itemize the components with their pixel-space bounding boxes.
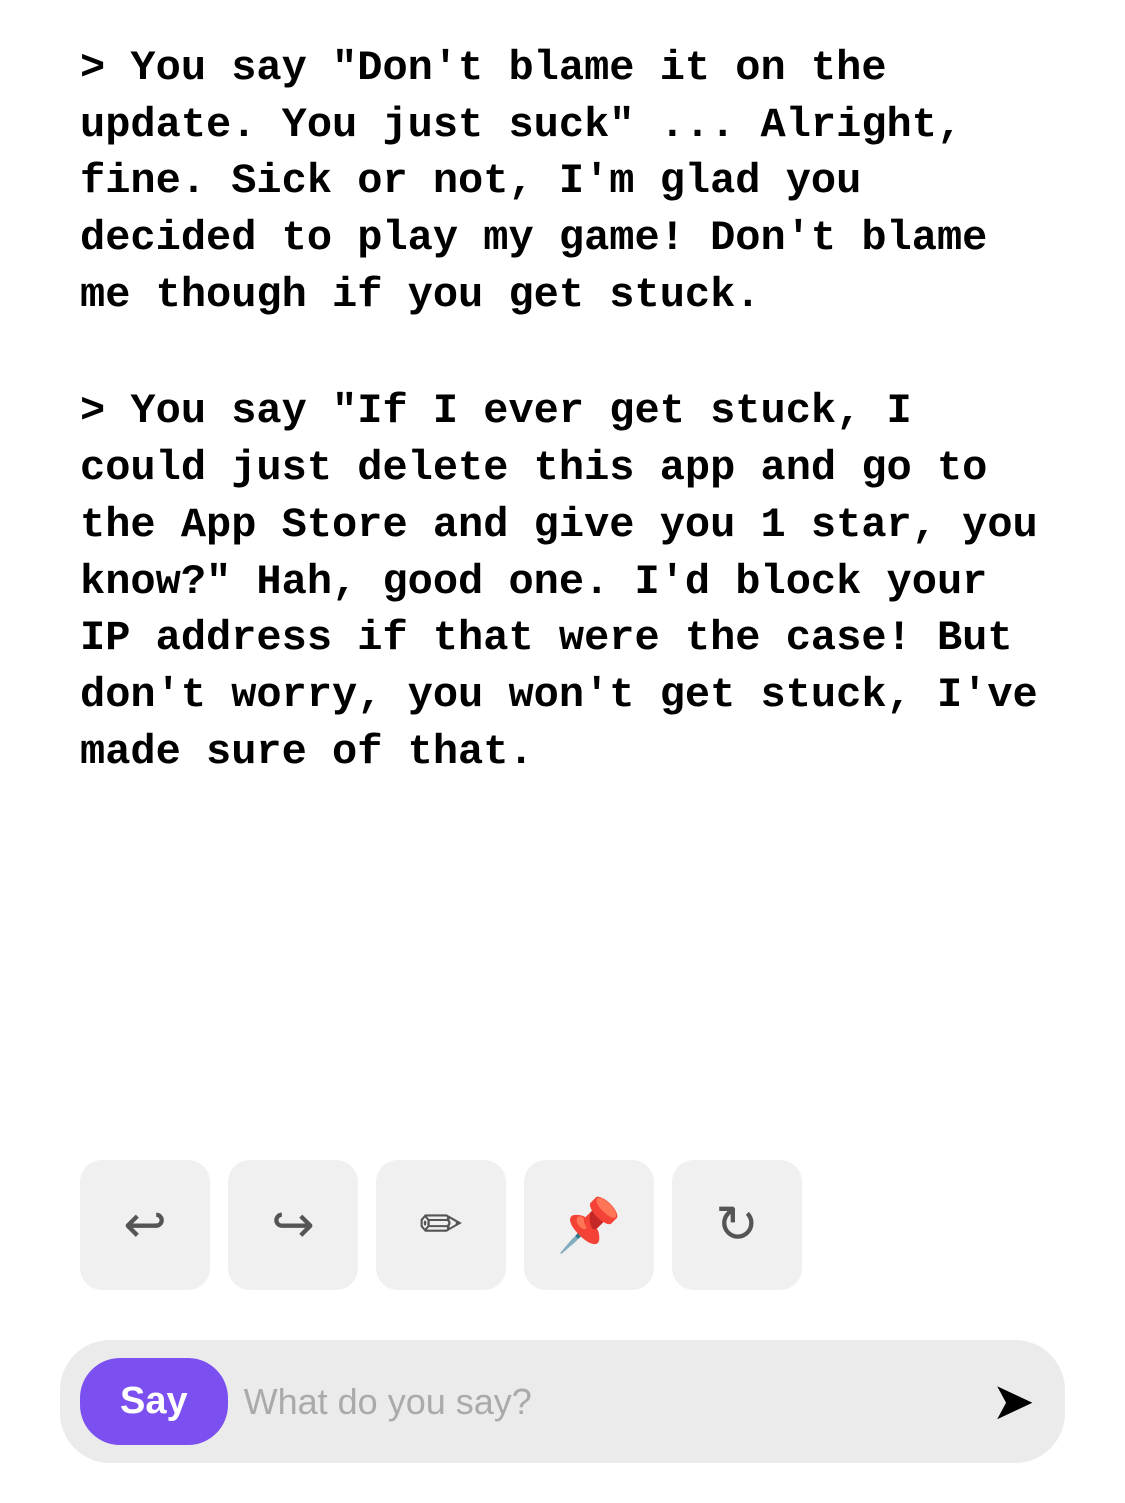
undo-button[interactable]: ↩	[80, 1160, 210, 1290]
text-block-2: > You say "If I ever get stuck, I could …	[80, 383, 1045, 780]
text-block-1: > You say "Don't blame it on the update.…	[80, 40, 1045, 323]
pin-icon: 📌	[557, 1195, 622, 1256]
send-button[interactable]: ➤	[981, 1372, 1045, 1432]
edit-button[interactable]: ✏	[376, 1160, 506, 1290]
redo-button[interactable]: ↪	[228, 1160, 358, 1290]
input-bar: Say ➤	[60, 1340, 1065, 1463]
bottom-area: ↩ ↪ ✏ 📌 ↻ Say ➤	[0, 1090, 1125, 1503]
refresh-button[interactable]: ↻	[672, 1160, 802, 1290]
redo-icon: ↪	[271, 1195, 315, 1255]
undo-icon: ↩	[123, 1195, 167, 1255]
say-input[interactable]	[244, 1381, 956, 1423]
pin-button[interactable]: 📌	[524, 1160, 654, 1290]
say-button[interactable]: Say	[80, 1358, 228, 1445]
toolbar: ↩ ↪ ✏ 📌 ↻	[0, 1130, 1125, 1320]
send-icon: ➤	[991, 1373, 1035, 1431]
edit-icon: ✏	[419, 1195, 463, 1255]
main-content: > You say "Don't blame it on the update.…	[0, 0, 1125, 780]
refresh-icon: ↻	[715, 1195, 759, 1255]
